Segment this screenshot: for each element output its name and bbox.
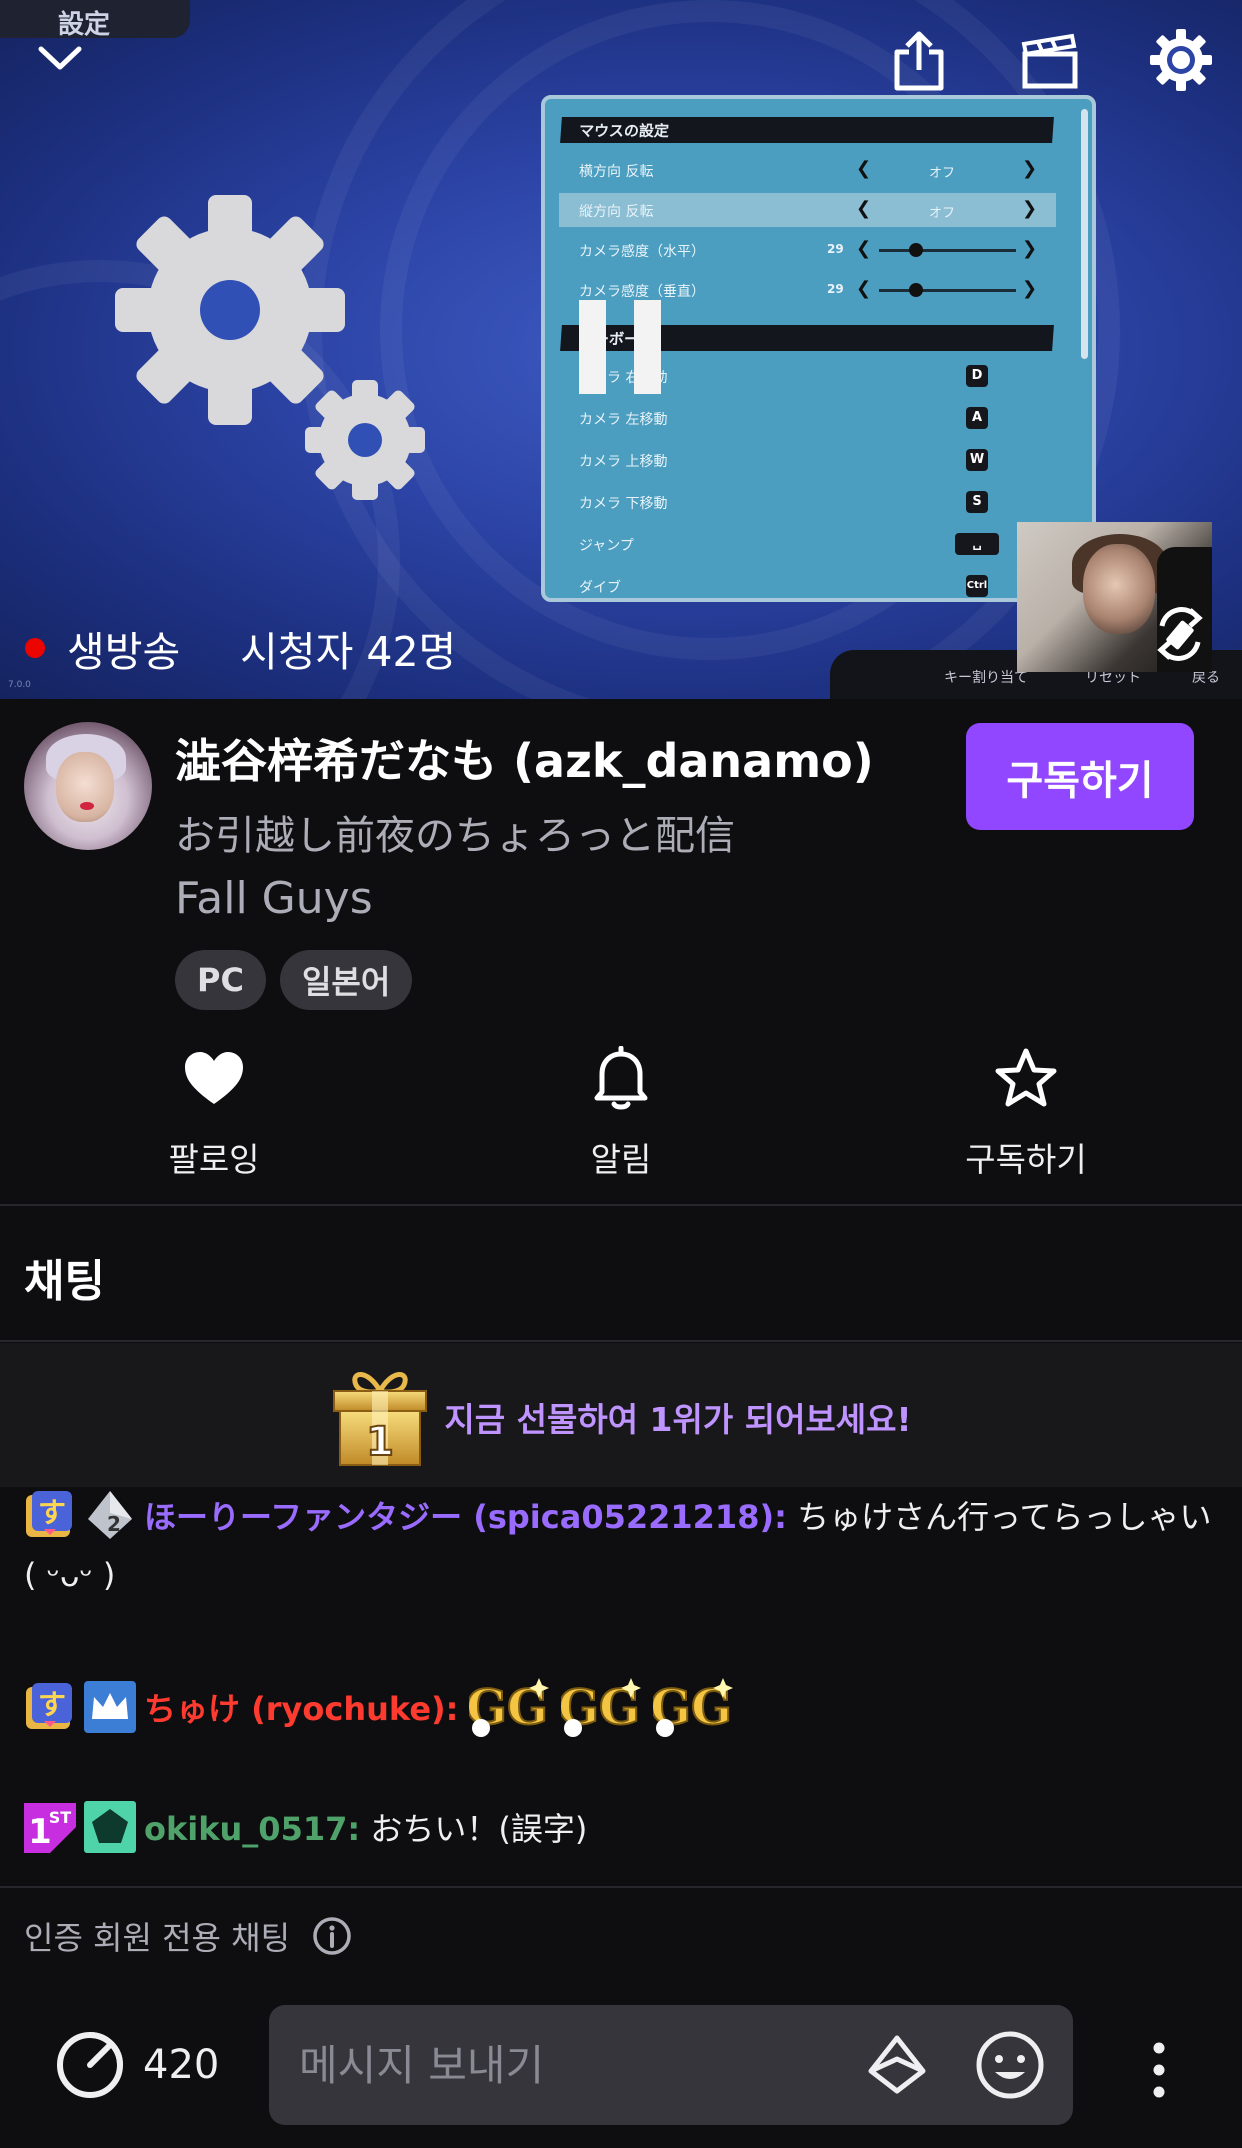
chevron-down-icon[interactable] [30, 36, 90, 80]
clapperboard-icon[interactable] [1015, 26, 1085, 96]
channel-points[interactable]: 420 [55, 2030, 219, 2100]
channel-name[interactable]: 澁谷梓希だなも (azk_danamo) [175, 725, 874, 791]
gears-illustration [115, 195, 425, 500]
panel-row: カメラ 下移動 S [559, 485, 1056, 519]
avatar[interactable] [24, 722, 152, 850]
first-badge[interactable]: 1ST [24, 1801, 76, 1853]
bits-2-badge[interactable]: 2 [84, 1489, 136, 1541]
channel-points-icon [57, 2032, 123, 2098]
action-row: 팔로잉 알림 구독하기 [0, 1040, 1242, 1185]
svg-text:す: す [38, 1688, 66, 1721]
gg-emote: GG [469, 1678, 549, 1737]
notifications-label: 알림 [590, 1140, 652, 1179]
chat-message[interactable]: 1 ST okiku_0517: おちい！(誤字) [24, 1800, 1224, 1858]
game-name[interactable]: Fall Guys [175, 873, 373, 924]
tag-language[interactable]: 일본어 [279, 950, 413, 1010]
panel-row-selected: 縦方向 反転 ❮ オフ ❯ [559, 193, 1056, 227]
emote-picker-icon[interactable] [975, 2030, 1045, 2100]
video-player[interactable]: 設定 マウスの設定 横方向 反転 ❮ オフ ❯ 縦方向 反転 ❮ オフ ❯ カメ… [0, 0, 1242, 699]
panel-header-mouse: マウスの設定 [560, 117, 1054, 143]
panel-row: カメラ感度（水平） 29 ❮ ❯ [579, 238, 1038, 260]
panel-scrollbar [1081, 109, 1088, 359]
panel-row: ダイブ Ctrl [559, 569, 1056, 598]
chat-message[interactable]: す 2 ほーりーファンタジー (spica05221218): ちゅけさん行ってらっ… [24, 1488, 1224, 1604]
svg-text:1: 1 [366, 1419, 394, 1465]
chat-username[interactable]: okiku_0517: [144, 1810, 360, 1848]
bits-icon[interactable] [865, 2033, 929, 2097]
info-icon[interactable] [312, 1916, 352, 1956]
stream-title: お引越し前夜のちょろっと配信 [175, 813, 735, 859]
chat-username[interactable]: ちゅけ (ryochuke): [144, 1690, 458, 1728]
gift-banner-text: 지금 선물하여 1위가 되어보세요! [444, 1400, 912, 1439]
chat-message[interactable]: すちゅけ (ryochuke): GG GG GG [24, 1676, 1224, 1746]
verified-only-text: 인증 회원 전용 채팅 [24, 1919, 291, 1957]
rotate-screen-icon[interactable] [1148, 598, 1212, 670]
divider [0, 1204, 1242, 1206]
live-status: 생방송 시청자 42명 [25, 618, 456, 678]
panel-row: カメラ 左移動 A [559, 401, 1056, 435]
live-label: 생방송 [67, 628, 181, 676]
heart-icon [94, 1040, 334, 1115]
divider [0, 1886, 1242, 1888]
channel-points-value: 420 [143, 2042, 220, 2088]
svg-text:2: 2 [107, 1512, 121, 1536]
chat-text: おちい！(誤字) [370, 1810, 588, 1848]
panel-row: 横方向 反転 ❮ オフ ❯ [579, 158, 1038, 181]
gift-icon: 1 [333, 1372, 428, 1466]
message-input-box[interactable] [269, 2005, 1073, 2125]
viewer-count: 시청자 42명 [240, 628, 457, 676]
game-settings-panel: マウスの設定 横方向 反転 ❮ オフ ❯ 縦方向 反転 ❮ オフ ❯ カメラ感度（水平）… [541, 95, 1096, 602]
tag-list: PC 일본어 [175, 950, 413, 1010]
svg-text:ST: ST [49, 1808, 72, 1827]
share-icon[interactable] [884, 26, 954, 96]
divider [0, 1340, 1242, 1342]
pentagon-badge[interactable] [84, 1801, 136, 1853]
more-options-icon[interactable] [1134, 2040, 1184, 2100]
crown-badge[interactable] [84, 1681, 136, 1733]
gg-emote: GG [561, 1678, 641, 1737]
tag-pc[interactable]: PC [175, 950, 266, 1010]
subscribe-action-button[interactable]: 구독하기 [906, 1040, 1146, 1181]
subscribe-action-label: 구독하기 [965, 1140, 1087, 1179]
gift-banner[interactable]: 1 지금 선물하여 1위가 되어보세요! [0, 1343, 1242, 1487]
svg-text:す: す [38, 1496, 66, 1529]
message-input[interactable] [299, 2005, 839, 2125]
follow-label: 팔로잉 [168, 1140, 260, 1179]
game-version: 7.0.0 [8, 680, 31, 690]
notifications-button[interactable]: 알림 [501, 1040, 741, 1181]
game-settings-label: 設定 [0, 0, 190, 40]
subscriber-badge[interactable]: す [24, 1489, 76, 1541]
star-icon [906, 1040, 1146, 1115]
subscriber-badge[interactable]: す [24, 1681, 76, 1733]
gg-emote: GG [653, 1678, 733, 1737]
panel-row: ジャンプ ␣ [559, 527, 1056, 561]
verified-only-notice: 인증 회원 전용 채팅 [24, 1913, 352, 1959]
follow-button[interactable]: 팔로잉 [94, 1040, 334, 1181]
chat-title: 채팅 [24, 1256, 105, 1307]
chat-username[interactable]: ほーりーファンタジー (spica05221218): [144, 1498, 787, 1536]
panel-row: カメラ 上移動 W [559, 443, 1056, 477]
chat-input-bar: 420 [0, 1990, 1242, 2148]
bell-icon [501, 1040, 741, 1115]
live-dot [25, 638, 45, 658]
gear-icon[interactable] [1145, 24, 1217, 96]
subscribe-button[interactable]: 구독하기 [966, 723, 1194, 830]
